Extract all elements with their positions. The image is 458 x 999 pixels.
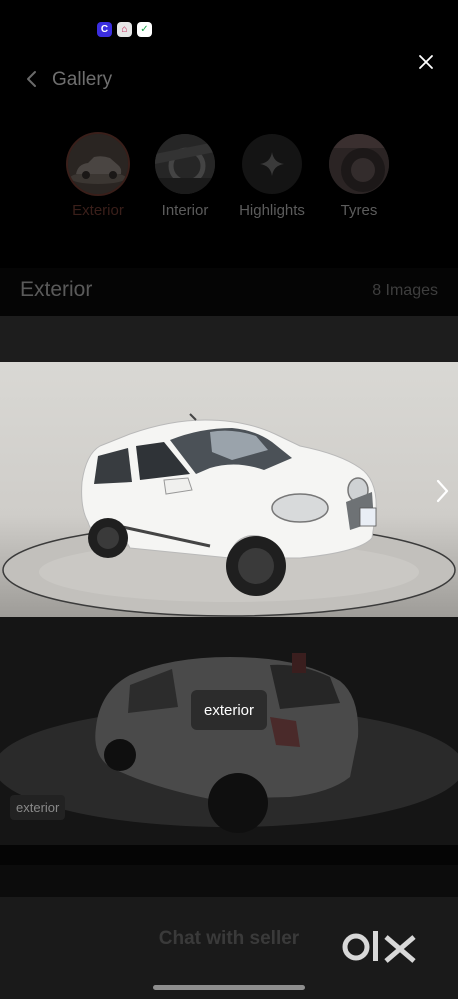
image-count: 8 Images <box>372 282 438 299</box>
page-title: Gallery <box>52 69 113 90</box>
chevron-right-icon[interactable] <box>430 476 454 506</box>
tab-interior[interactable]: Interior <box>140 134 230 219</box>
car-photo-main[interactable] <box>0 362 458 617</box>
section-title: Exterior <box>20 278 93 301</box>
tab-tyres[interactable]: Tyres <box>314 134 404 219</box>
tab-label: Highlights <box>239 202 305 219</box>
tab-label: Interior <box>161 202 209 219</box>
tab-label: Exterior <box>72 202 124 219</box>
status-bar-icons: C ⌂ ✓ <box>97 22 152 37</box>
divider <box>0 865 458 897</box>
tab-highlights[interactable]: Highlights <box>227 134 317 219</box>
car-photo-next[interactable] <box>0 617 458 845</box>
app-shield-icon: ✓ <box>137 22 152 37</box>
tab-label: Tyres <box>340 202 378 219</box>
exterior-thumbnail <box>68 134 128 194</box>
tyres-thumbnail <box>329 134 389 194</box>
olx-logo <box>342 931 416 963</box>
chevron-left-icon[interactable] <box>22 68 44 90</box>
app-lock-icon: ⌂ <box>117 22 132 37</box>
photo-category-tag: exterior <box>10 795 66 820</box>
app-c-icon: C <box>97 22 112 37</box>
sparkle-icon <box>242 134 302 194</box>
tab-exterior[interactable]: Exterior <box>53 134 143 219</box>
viewer-top-strip <box>0 316 458 362</box>
interior-thumbnail <box>155 134 215 194</box>
close-icon[interactable] <box>415 51 437 73</box>
viewer-bottom-strip <box>0 845 458 865</box>
home-indicator[interactable] <box>153 985 305 990</box>
photo-caption-tooltip: exterior <box>191 690 267 730</box>
